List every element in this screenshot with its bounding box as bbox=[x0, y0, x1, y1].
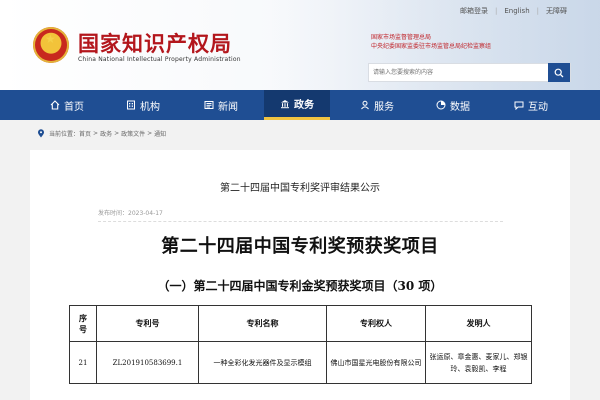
document-heading: 第二十四届中国专利奖预获奖项目 bbox=[161, 236, 439, 257]
breadcrumb-home[interactable]: 首页 bbox=[79, 129, 91, 138]
nav-home-label: 首页 bbox=[64, 101, 84, 113]
publish-date: 发布时间：2023-04-17 bbox=[98, 210, 163, 217]
col-header-number-text: 序号 bbox=[79, 312, 87, 334]
awards-table: 序号 专利号 专利名称 专利权人 发明人 21 ZL201910583699.1… bbox=[69, 305, 532, 384]
nav-organization-label: 机构 bbox=[140, 101, 160, 113]
chat-icon bbox=[514, 100, 524, 110]
samr-link[interactable]: 国家市场监督管理总局 bbox=[371, 33, 491, 42]
breadcrumb-prefix: 当前位置： bbox=[49, 131, 80, 138]
top-links: 邮箱登录 | English | 无障碍 bbox=[460, 6, 567, 16]
building-icon bbox=[126, 100, 136, 110]
cell-patent-no: ZL201910583699.1 bbox=[96, 341, 199, 384]
emblem-star-icon: ★ bbox=[45, 32, 56, 46]
breadcrumb: 当前位置： 首页 > 政务 > 政策文件 > 通知 bbox=[37, 129, 166, 138]
title-divider bbox=[98, 221, 503, 222]
location-pin-icon bbox=[37, 129, 45, 138]
english-link[interactable]: English bbox=[504, 7, 529, 15]
link-separator: | bbox=[536, 7, 539, 15]
accessibility-link[interactable]: 无障碍 bbox=[546, 6, 567, 16]
table-row: 21 ZL201910583699.1 一种全彩化发光器件及显示模组 佛山市国星… bbox=[69, 341, 532, 384]
search-box bbox=[368, 63, 571, 82]
col-header-patent-no: 专利号 bbox=[96, 305, 199, 342]
breadcrumb-notice[interactable]: 通知 bbox=[154, 129, 166, 138]
table-header-row: 序号 专利号 专利名称 专利权人 发明人 bbox=[69, 305, 532, 342]
section-heading: （一）第二十四届中国专利金奖预获奖项目（30 项） bbox=[157, 279, 443, 293]
col-header-number: 序号 bbox=[69, 305, 97, 342]
search-input[interactable] bbox=[373, 66, 543, 79]
cell-holder: 佛山市国星光电股份有限公司 bbox=[326, 341, 426, 384]
search-button[interactable] bbox=[548, 63, 570, 82]
news-icon bbox=[204, 100, 214, 110]
mail-login-link[interactable]: 邮箱登录 bbox=[460, 6, 488, 16]
nav-government[interactable]: 政务 bbox=[264, 90, 330, 120]
nav-home[interactable]: 首页 bbox=[50, 90, 84, 120]
article-panel: 第二十四届中国专利奖评审结果公示 发布时间：2023-04-17 第二十四届中国… bbox=[30, 150, 570, 400]
site-subtitle: China National Intellectual Property Adm… bbox=[78, 56, 241, 63]
home-icon bbox=[50, 100, 60, 110]
nav-interaction[interactable]: 互动 bbox=[514, 90, 548, 120]
breadcrumb-separator: > bbox=[147, 130, 153, 137]
nav-news-label: 新闻 bbox=[218, 101, 238, 113]
data-icon bbox=[436, 100, 446, 110]
site-header: ★ 国家知识产权局 China National Intellectual Pr… bbox=[0, 0, 600, 90]
search-icon bbox=[554, 68, 564, 77]
breadcrumb-separator: > bbox=[114, 130, 120, 137]
nav-news[interactable]: 新闻 bbox=[204, 90, 238, 120]
breadcrumb-policy[interactable]: 政策文件 bbox=[121, 129, 145, 138]
service-icon bbox=[360, 100, 370, 110]
col-header-inventor: 发明人 bbox=[425, 305, 532, 342]
government-icon bbox=[280, 99, 290, 109]
bureau-links: 国家市场监督管理总局 中央纪委国家监委驻市场监管总局纪检监察组 bbox=[371, 33, 491, 51]
article-title: 第二十四届中国专利奖评审结果公示 bbox=[220, 183, 380, 194]
nav-data-label: 数据 bbox=[450, 101, 470, 113]
col-header-patent-name: 专利名称 bbox=[198, 305, 327, 342]
nav-government-label: 政务 bbox=[294, 100, 314, 111]
nav-data[interactable]: 数据 bbox=[436, 90, 470, 120]
cell-inventor: 张运原、章金惠、麦家儿、郑银玲、袁毅凯、李程 bbox=[425, 341, 532, 384]
cell-number: 21 bbox=[69, 341, 97, 384]
nav-organization[interactable]: 机构 bbox=[126, 90, 160, 120]
inspection-link[interactable]: 中央纪委国家监委驻市场监管总局纪检监察组 bbox=[371, 42, 491, 51]
nav-interaction-label: 互动 bbox=[528, 101, 548, 113]
cell-patent-name: 一种全彩化发光器件及显示模组 bbox=[198, 341, 327, 384]
site-title[interactable]: 国家知识产权局 bbox=[78, 28, 232, 58]
breadcrumb-separator: > bbox=[93, 130, 99, 137]
link-separator: | bbox=[495, 7, 498, 15]
main-nav: 首页 机构 新闻 政务 服务 数据 互动 bbox=[0, 90, 600, 120]
breadcrumb-government[interactable]: 政务 bbox=[100, 129, 112, 138]
col-header-holder: 专利权人 bbox=[326, 305, 426, 342]
nav-service[interactable]: 服务 bbox=[360, 90, 394, 120]
nav-service-label: 服务 bbox=[374, 101, 394, 113]
